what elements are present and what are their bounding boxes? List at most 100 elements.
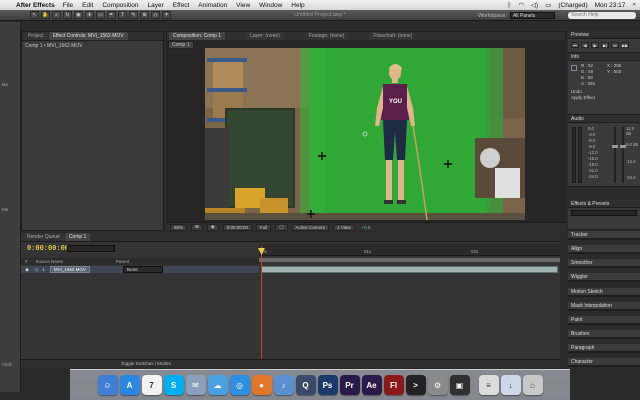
layer-row[interactable]: ◉ ◁ 1 MVI_1562.MOV None xyxy=(21,266,259,273)
photoshop-icon[interactable]: Ps xyxy=(317,375,338,395)
tracker-panel-title[interactable]: Tracker xyxy=(568,231,640,239)
composition-frame[interactable]: YOU xyxy=(205,48,525,220)
type-tool-icon[interactable]: T xyxy=(118,11,127,19)
character-panel-title[interactable]: Character xyxy=(568,358,640,366)
tab-comp-1[interactable]: Comp 1 xyxy=(64,233,91,241)
header-parent[interactable]: Parent xyxy=(116,259,129,264)
skype-icon[interactable]: S xyxy=(163,375,184,395)
audio-panel-title[interactable]: Audio xyxy=(568,115,640,123)
clock[interactable]: Mon 23:17 xyxy=(595,2,626,9)
calendar-icon[interactable]: 7 xyxy=(141,375,162,395)
pen-tool-icon[interactable]: ✒ xyxy=(107,11,116,19)
camera-tool-icon[interactable]: ◉ xyxy=(74,11,83,19)
resolution-select[interactable]: Full xyxy=(256,223,272,231)
firefox-icon[interactable]: ● xyxy=(251,375,272,395)
exposure-value[interactable]: +0.0 xyxy=(359,224,374,231)
menu-edit[interactable]: Edit xyxy=(82,2,93,9)
ram-preview-icon[interactable]: ▶▶ xyxy=(621,42,629,48)
effects-search-input[interactable] xyxy=(571,210,637,216)
flash-icon[interactable]: Fl xyxy=(383,375,404,395)
paint-panel-title[interactable]: Paint xyxy=(568,316,640,324)
mask-interpolation-panel-title[interactable]: Mask Interpolation xyxy=(568,302,640,310)
layer-name[interactable]: MVI_1562.MOV xyxy=(49,266,90,273)
header-source-name[interactable]: Source Name xyxy=(36,259,64,264)
brush-tool-icon[interactable]: ✎ xyxy=(129,11,138,19)
hand-tool-icon[interactable]: ✋ xyxy=(41,11,50,19)
smoother-panel-title[interactable]: Smoother xyxy=(568,259,640,267)
menu-window[interactable]: Window xyxy=(259,2,282,9)
play-icon[interactable]: ▶ xyxy=(591,42,599,48)
tab-render-queue[interactable]: Render Queue xyxy=(23,233,64,241)
tab-composition[interactable]: Composition: Comp 1 xyxy=(169,32,226,40)
eraser-tool-icon[interactable]: ◇ xyxy=(151,11,160,19)
paragraph-panel-title[interactable]: Paragraph xyxy=(568,344,640,352)
tab-project[interactable]: Project xyxy=(24,32,48,40)
premiere-icon[interactable]: Pr xyxy=(339,375,360,395)
layer-parent-select[interactable]: None xyxy=(122,266,163,273)
last-frame-icon[interactable]: ⏭ xyxy=(611,42,619,48)
puppet-tool-icon[interactable]: ✶ xyxy=(162,11,171,19)
menu-effect[interactable]: Effect xyxy=(173,2,190,9)
align-panel-title[interactable]: Align xyxy=(568,245,640,253)
documents-stack-icon[interactable]: ≡ xyxy=(478,375,499,395)
volume-icon[interactable]: ◁) xyxy=(531,1,538,9)
visibility-eye-icon[interactable]: ◉ xyxy=(25,267,29,273)
finder-icon[interactable]: ☺ xyxy=(97,375,118,395)
grid-toggle-icon[interactable]: ⊞ xyxy=(191,223,203,231)
tab-effect-controls[interactable]: Effect Controls: MVI_1562.MOV xyxy=(48,32,128,40)
toggle-switches-modes-button[interactable]: Toggle Switches / Modes xyxy=(121,361,171,366)
next-frame-icon[interactable]: ▶| xyxy=(601,42,609,48)
bluetooth-icon[interactable]: ᛒ xyxy=(507,2,511,9)
pan-behind-tool-icon[interactable]: ✣ xyxy=(85,11,94,19)
downloads-stack-icon[interactable]: ↓ xyxy=(500,375,521,395)
info-panel-title[interactable]: Info xyxy=(568,53,640,61)
audio-fader-right[interactable] xyxy=(620,127,626,183)
brushes-panel-title[interactable]: Brushes xyxy=(568,330,640,338)
quicktime-icon[interactable]: Q xyxy=(295,375,316,395)
terminal-icon[interactable]: > xyxy=(405,375,426,395)
current-time-indicator[interactable] xyxy=(261,246,262,367)
magnification-select[interactable]: 50% xyxy=(170,223,188,231)
tab-flowchart[interactable]: Flowchart: (none) xyxy=(369,32,417,40)
audio-speaker-icon[interactable]: ◁ xyxy=(34,267,37,273)
work-area-bar[interactable] xyxy=(259,258,560,262)
menu-file[interactable]: File xyxy=(63,2,73,9)
menu-layer[interactable]: Layer xyxy=(147,2,163,9)
trash-icon[interactable]: ⌂ xyxy=(522,375,543,395)
first-frame-icon[interactable]: ⏮ xyxy=(571,42,579,48)
rotate-tool-icon[interactable]: ↻ xyxy=(63,11,72,19)
menu-view[interactable]: View xyxy=(236,2,250,9)
timeline-timecode[interactable]: 0:00:00:00 xyxy=(27,245,69,253)
timeline-search-input[interactable] xyxy=(67,245,115,252)
audio-fader-left[interactable] xyxy=(612,127,618,183)
menu-composition[interactable]: Composition xyxy=(102,2,138,9)
menu-help[interactable]: Help xyxy=(291,2,304,9)
mail-icon[interactable]: ✉ xyxy=(185,375,206,395)
zoom-tool-icon[interactable]: ⌕ xyxy=(52,11,61,19)
system-preferences-icon[interactable]: ⚙ xyxy=(427,375,448,395)
current-time-display[interactable]: 0:00:00:00 xyxy=(222,223,253,231)
photo-booth-icon[interactable]: ▣ xyxy=(449,375,470,395)
active-camera-select[interactable]: Active Camera xyxy=(291,223,330,231)
effects-presets-title[interactable]: Effects & Presets xyxy=(568,200,640,208)
spotlight-icon[interactable]: ⌕ xyxy=(632,1,636,9)
menu-animation[interactable]: Animation xyxy=(198,2,227,9)
app-store-icon[interactable]: A xyxy=(119,375,140,395)
previous-frame-icon[interactable]: ◀ xyxy=(581,42,589,48)
itunes-icon[interactable]: ♪ xyxy=(273,375,294,395)
tab-layer[interactable]: Layer: (none) xyxy=(246,32,284,40)
time-ruler[interactable]: 0s 01s 02s xyxy=(259,244,560,256)
tab-footage[interactable]: Footage: (none) xyxy=(304,32,349,40)
app-menu[interactable]: After Effects xyxy=(16,2,55,9)
workspace-select[interactable]: All Panels xyxy=(509,12,555,19)
search-help-input[interactable]: Search Help xyxy=(568,12,636,19)
preview-panel-title[interactable]: Preview xyxy=(568,31,640,39)
comp-label[interactable]: Comp 1 xyxy=(168,41,194,49)
ichat-icon[interactable]: ☁ xyxy=(207,375,228,395)
clone-tool-icon[interactable]: ⊕ xyxy=(140,11,149,19)
snapshot-icon[interactable]: ◉ xyxy=(206,223,219,231)
layer-duration-bar[interactable] xyxy=(261,266,558,273)
motion-sketch-panel-title[interactable]: Motion Sketch xyxy=(568,288,640,296)
view-layout-select[interactable]: 1 View xyxy=(333,223,355,231)
after-effects-icon[interactable]: Ae xyxy=(361,375,382,395)
